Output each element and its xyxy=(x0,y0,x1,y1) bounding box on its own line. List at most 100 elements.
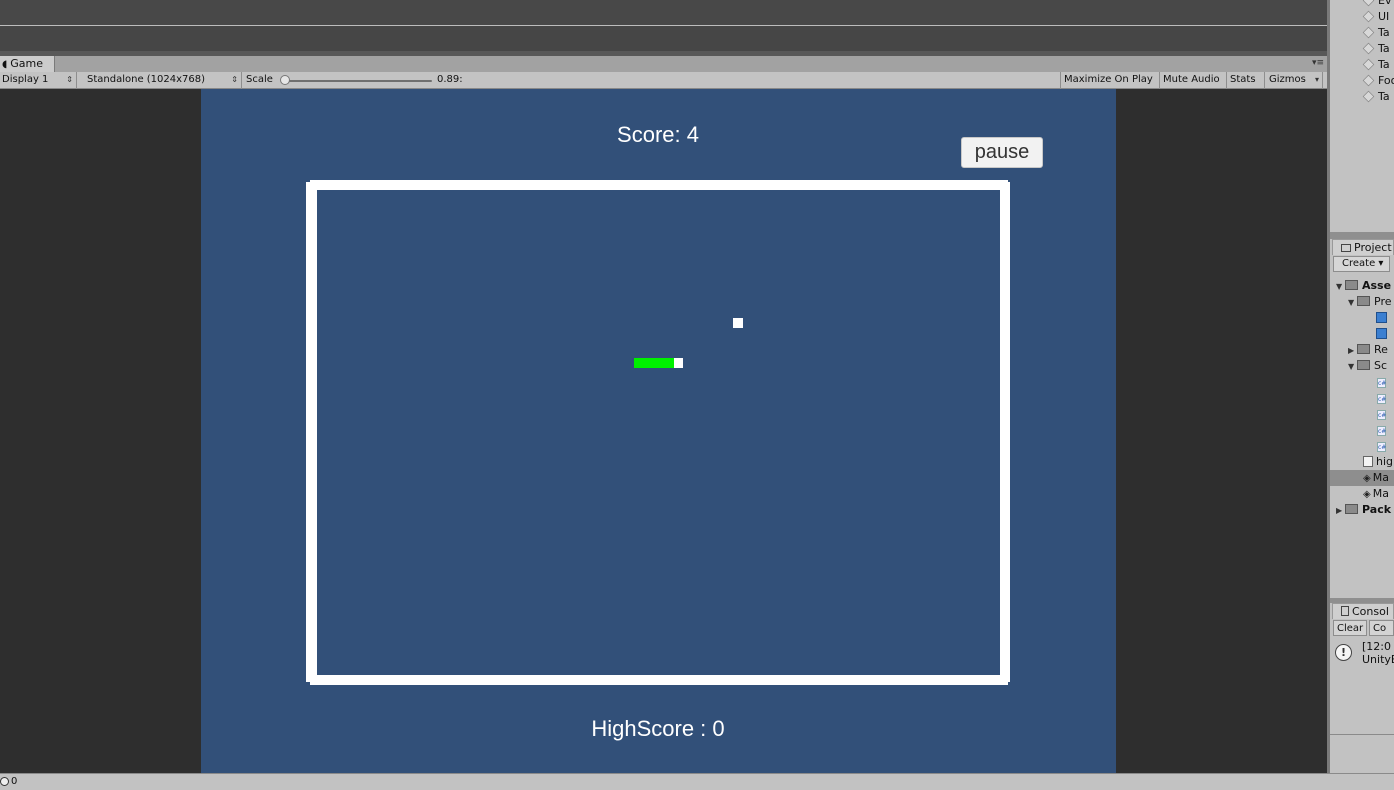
project-row-packages[interactable]: ▶ Pack xyxy=(1336,502,1391,518)
collapse-button[interactable]: Co xyxy=(1369,620,1394,636)
score-text: Score: 4 xyxy=(617,122,699,147)
folder-icon xyxy=(1357,296,1370,306)
gizmos-dropdown[interactable]: Gizmos ▾ xyxy=(1265,72,1323,89)
project-row-label: Pack xyxy=(1362,503,1392,516)
tab-menu-icon[interactable]: ▾≡ xyxy=(1312,58,1324,68)
dropdown-arrow-icon: ▾ xyxy=(1378,258,1384,269)
game-tab-bar: ◖ Game ▾≡ xyxy=(0,56,1328,72)
display-dropdown[interactable]: Display 1 ⇕ xyxy=(0,72,77,89)
highscore-text: HighScore : 0 xyxy=(591,716,725,741)
project-row-script[interactable]: c# xyxy=(1377,422,1386,438)
tab-game-label: Game xyxy=(10,57,44,70)
project-row-script[interactable]: c# xyxy=(1377,438,1386,454)
hierarchy-item[interactable]: Ta xyxy=(1330,42,1394,58)
prefab-icon xyxy=(1376,312,1387,323)
resolution-dropdown[interactable]: Standalone (1024x768) ⇕ xyxy=(82,72,242,89)
gameobject-icon xyxy=(1362,42,1375,55)
tab-project[interactable]: Project xyxy=(1332,239,1394,255)
scale-slider-thumb[interactable] xyxy=(280,75,290,85)
updown-arrow-icon: ⇕ xyxy=(231,75,238,84)
create-dropdown[interactable]: Create ▾ xyxy=(1333,256,1390,272)
game-screen xyxy=(201,89,1116,773)
status-bar: 0 xyxy=(0,773,1394,790)
gameobject-icon xyxy=(1362,0,1375,7)
mute-audio-toggle[interactable]: Mute Audio xyxy=(1160,72,1227,89)
collapse-label: Co xyxy=(1373,623,1387,634)
console-divider xyxy=(1330,734,1394,735)
updown-arrow-icon: ⇕ xyxy=(66,75,73,84)
food xyxy=(733,318,743,328)
project-row-label: hig xyxy=(1376,455,1394,468)
hierarchy-item-label: Ta xyxy=(1378,26,1390,39)
console-entry-line1: [12:0 xyxy=(1362,640,1391,653)
console-toolbar: Clear Co xyxy=(1333,620,1394,636)
hierarchy-item[interactable]: Ta xyxy=(1330,90,1394,106)
project-row-scripts[interactable]: ▼ Sc xyxy=(1348,358,1387,374)
csharp-script-icon: c# xyxy=(1377,410,1387,420)
text-file-icon xyxy=(1363,456,1373,467)
maximize-on-play-toggle[interactable]: Maximize On Play xyxy=(1060,72,1160,89)
hierarchy-item-label: Foo xyxy=(1378,74,1394,87)
folder-icon xyxy=(1357,344,1370,354)
project-row-prefab[interactable] xyxy=(1376,326,1387,342)
tab-game[interactable]: ◖ Game xyxy=(0,56,55,72)
scale-label: Scale xyxy=(246,74,273,85)
project-row-label: Sc xyxy=(1374,359,1388,372)
pause-button[interactable]: pause xyxy=(961,137,1043,168)
console-entry[interactable]: ! [12:0 UnityE xyxy=(1330,638,1394,668)
csharp-script-icon: c# xyxy=(1377,442,1387,452)
clear-button[interactable]: Clear xyxy=(1333,620,1367,636)
project-row-script[interactable]: c# xyxy=(1377,406,1386,422)
hierarchy-item[interactable]: Ta xyxy=(1330,26,1394,42)
stats-toggle[interactable]: Stats xyxy=(1227,72,1265,89)
gameobject-icon xyxy=(1362,90,1375,103)
console-panel: Consol Clear Co ! [12:0 UnityE xyxy=(1330,603,1394,773)
hierarchy-item-label: Ta xyxy=(1378,42,1390,55)
project-row-label: Re xyxy=(1374,343,1388,356)
project-row-textfile[interactable]: hig xyxy=(1363,454,1393,470)
hierarchy-item[interactable]: UI xyxy=(1330,10,1394,26)
project-row-scene[interactable]: ◈ Ma xyxy=(1363,486,1389,502)
wall-top xyxy=(310,180,1008,190)
project-row-label: Ma xyxy=(1372,487,1389,500)
wall-right xyxy=(1000,182,1010,682)
scale-slider-track[interactable] xyxy=(284,80,432,82)
hierarchy-item[interactable]: Ta xyxy=(1330,58,1394,74)
wall-bottom xyxy=(310,675,1008,685)
console-entry-line2: UnityE xyxy=(1362,653,1394,666)
snake-head xyxy=(674,358,683,368)
snake-body xyxy=(634,358,675,368)
folder-icon xyxy=(1345,280,1358,290)
project-row-script[interactable]: c# xyxy=(1377,390,1386,406)
project-row-scene[interactable]: ◈ Ma xyxy=(1330,470,1394,486)
create-label: Create xyxy=(1342,258,1376,269)
csharp-script-icon: c# xyxy=(1377,378,1387,388)
tab-console-label: Consol xyxy=(1352,605,1389,618)
warning-icon: ! xyxy=(1335,644,1352,661)
hierarchy-item-label: Ev xyxy=(1378,0,1392,7)
collapsed-triangle-icon: ▶ xyxy=(1336,506,1343,515)
hierarchy-item-label: UI xyxy=(1378,10,1390,23)
project-panel: Project Create ▾ ▼ Asse ▼ Pre ▶ Re ▼ Sc c# c… xyxy=(1330,239,1394,598)
project-row-prefab[interactable] xyxy=(1376,310,1387,326)
project-row-assets[interactable]: ▼ Asse xyxy=(1336,278,1391,294)
project-row-script[interactable]: c# xyxy=(1377,374,1386,390)
folder-icon xyxy=(1357,360,1370,370)
collapsed-triangle-icon: ▶ xyxy=(1348,346,1355,355)
panel-splitter[interactable] xyxy=(1330,232,1394,239)
display-dropdown-label: Display 1 xyxy=(2,74,49,85)
project-row-label: Asse xyxy=(1362,279,1392,292)
hierarchy-item[interactable]: Ev xyxy=(1330,0,1394,10)
prefab-icon xyxy=(1376,328,1387,339)
mute-audio-label: Mute Audio xyxy=(1163,74,1220,85)
gameobject-icon xyxy=(1362,74,1375,87)
unity-scene-icon: ◈ xyxy=(1363,473,1371,484)
project-row-resources[interactable]: ▶ Re xyxy=(1348,342,1388,358)
project-row-prefabs[interactable]: ▼ Pre xyxy=(1348,294,1392,310)
unity-scene-icon: ◈ xyxy=(1363,489,1371,500)
maximize-on-play-label: Maximize On Play xyxy=(1064,74,1153,85)
csharp-script-icon: c# xyxy=(1377,426,1387,436)
hierarchy-item[interactable]: Foo xyxy=(1330,74,1394,90)
tab-console[interactable]: Consol xyxy=(1332,603,1394,619)
dropdown-arrow-icon: ▾ xyxy=(1314,75,1319,84)
